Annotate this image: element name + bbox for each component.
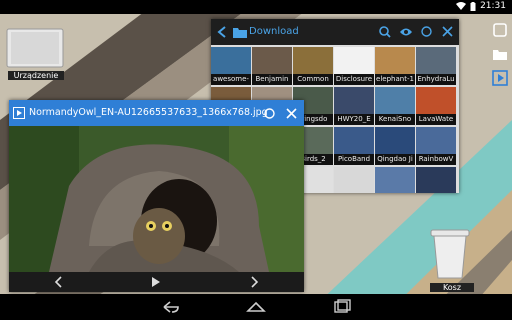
device-label: Urządzenie — [8, 71, 64, 80]
thumbnail-image — [211, 47, 251, 74]
thumbnail-item[interactable]: Disclosure — [334, 47, 374, 85]
thumbnail-item[interactable]: Qingdao Ji — [375, 127, 415, 165]
search-icon[interactable] — [379, 26, 391, 38]
circle-icon[interactable] — [264, 108, 275, 119]
thumbnail-item[interactable]: LavaWate — [416, 87, 456, 125]
thumbnail-image — [375, 127, 415, 154]
owl-photo — [9, 126, 304, 272]
viewer-titlebar: NormandyOwl_EN-AU12665537633_1366x768.jp… — [9, 100, 304, 126]
thumbnail-caption: Qingdao Ji — [375, 154, 415, 165]
thumbnail-caption: EnhydraLu — [416, 74, 456, 85]
circle-icon[interactable] — [421, 26, 432, 37]
thumbnail-item[interactable]: Common — [293, 47, 333, 85]
thumbnail-image — [334, 167, 374, 193]
thumbnail-image — [416, 127, 456, 154]
thumbnail-caption: awesome- — [211, 74, 251, 85]
eye-icon[interactable] — [399, 27, 413, 37]
home-button-icon[interactable] — [236, 294, 276, 320]
thumbnail-caption: Disclosure — [334, 74, 374, 85]
battery-icon — [470, 1, 476, 11]
thumbnail-caption: KenaiSno — [375, 114, 415, 125]
desktop: 21:31 Urządzenie Kosz Download awesome- … — [0, 0, 512, 320]
trash-shortcut[interactable]: Kosz — [418, 228, 482, 292]
thumbnail-image — [416, 167, 456, 193]
chevron-left-icon[interactable] — [54, 276, 64, 288]
thumbnail-image — [375, 47, 415, 74]
thumbnail-item[interactable]: Benjamin — [252, 47, 292, 85]
thumbnail-caption: RainbowV — [416, 154, 456, 165]
thumbnail-item[interactable] — [334, 167, 374, 193]
viewer-controls — [9, 272, 304, 292]
close-icon[interactable] — [286, 108, 297, 119]
thumbnail-item[interactable]: awesome- — [211, 47, 251, 85]
thumbnail-caption: elephant-1 — [375, 74, 415, 85]
thumbnail-image — [416, 47, 456, 74]
thumbnail-caption: Common — [293, 74, 333, 85]
thumbnail-caption: Benjamin — [252, 74, 292, 85]
thumbnail-item[interactable] — [416, 167, 456, 193]
thumbnail-item[interactable]: EnhydraLu — [416, 47, 456, 85]
navigation-bar — [0, 294, 512, 320]
play-icon[interactable] — [151, 276, 161, 288]
viewer-filename: NormandyOwl_EN-AU12665537633_1366x768.jp… — [29, 107, 268, 118]
media-player-icon[interactable] — [492, 70, 508, 86]
thumbnail-image — [375, 87, 415, 114]
thumbnail-caption: LavaWate — [416, 114, 456, 125]
folder-icon — [233, 28, 247, 38]
thumbnail-caption: HWY20_E — [334, 114, 374, 125]
folder-icon[interactable] — [492, 46, 508, 62]
clock: 21:31 — [480, 1, 506, 11]
thumbnail-image — [293, 47, 333, 74]
thumbnail-image — [334, 87, 374, 114]
close-icon[interactable] — [442, 26, 453, 37]
thumbnail-item[interactable]: PicoBand — [334, 127, 374, 165]
trash-icon — [430, 229, 470, 279]
status-icons: 21:31 — [456, 1, 506, 11]
trash-label: Kosz — [430, 283, 474, 292]
tablet-icon — [6, 28, 64, 68]
thumbnail-image — [416, 87, 456, 114]
file-browser-toolbar: Download — [211, 19, 459, 45]
back-button-icon[interactable] — [150, 294, 190, 320]
thumbnail-item[interactable]: HWY20_E — [334, 87, 374, 125]
device-shortcut[interactable]: Urządzenie — [6, 28, 66, 82]
thumbnail-item[interactable]: KenaiSno — [375, 87, 415, 125]
folder-name[interactable]: Download — [249, 26, 299, 37]
recent-apps-icon[interactable] — [322, 294, 362, 320]
thumbnail-image — [334, 47, 374, 74]
back-icon[interactable] — [215, 25, 229, 39]
thumbnail-item[interactable] — [375, 167, 415, 193]
chevron-right-icon[interactable] — [249, 276, 259, 288]
image-viewer-window[interactable]: NormandyOwl_EN-AU12665537633_1366x768.jp… — [9, 100, 304, 292]
thumbnail-item[interactable]: elephant-1 — [375, 47, 415, 85]
right-sidebar — [488, 14, 512, 294]
media-icon — [13, 107, 25, 119]
thumbnail-image — [252, 47, 292, 74]
window-icon[interactable] — [492, 22, 508, 38]
thumbnail-image — [375, 167, 415, 193]
status-bar: 21:31 — [0, 0, 512, 14]
wifi-icon — [456, 1, 467, 10]
thumbnail-image — [334, 127, 374, 154]
thumbnail-item[interactable]: RainbowV — [416, 127, 456, 165]
thumbnail-caption: PicoBand — [334, 154, 374, 165]
